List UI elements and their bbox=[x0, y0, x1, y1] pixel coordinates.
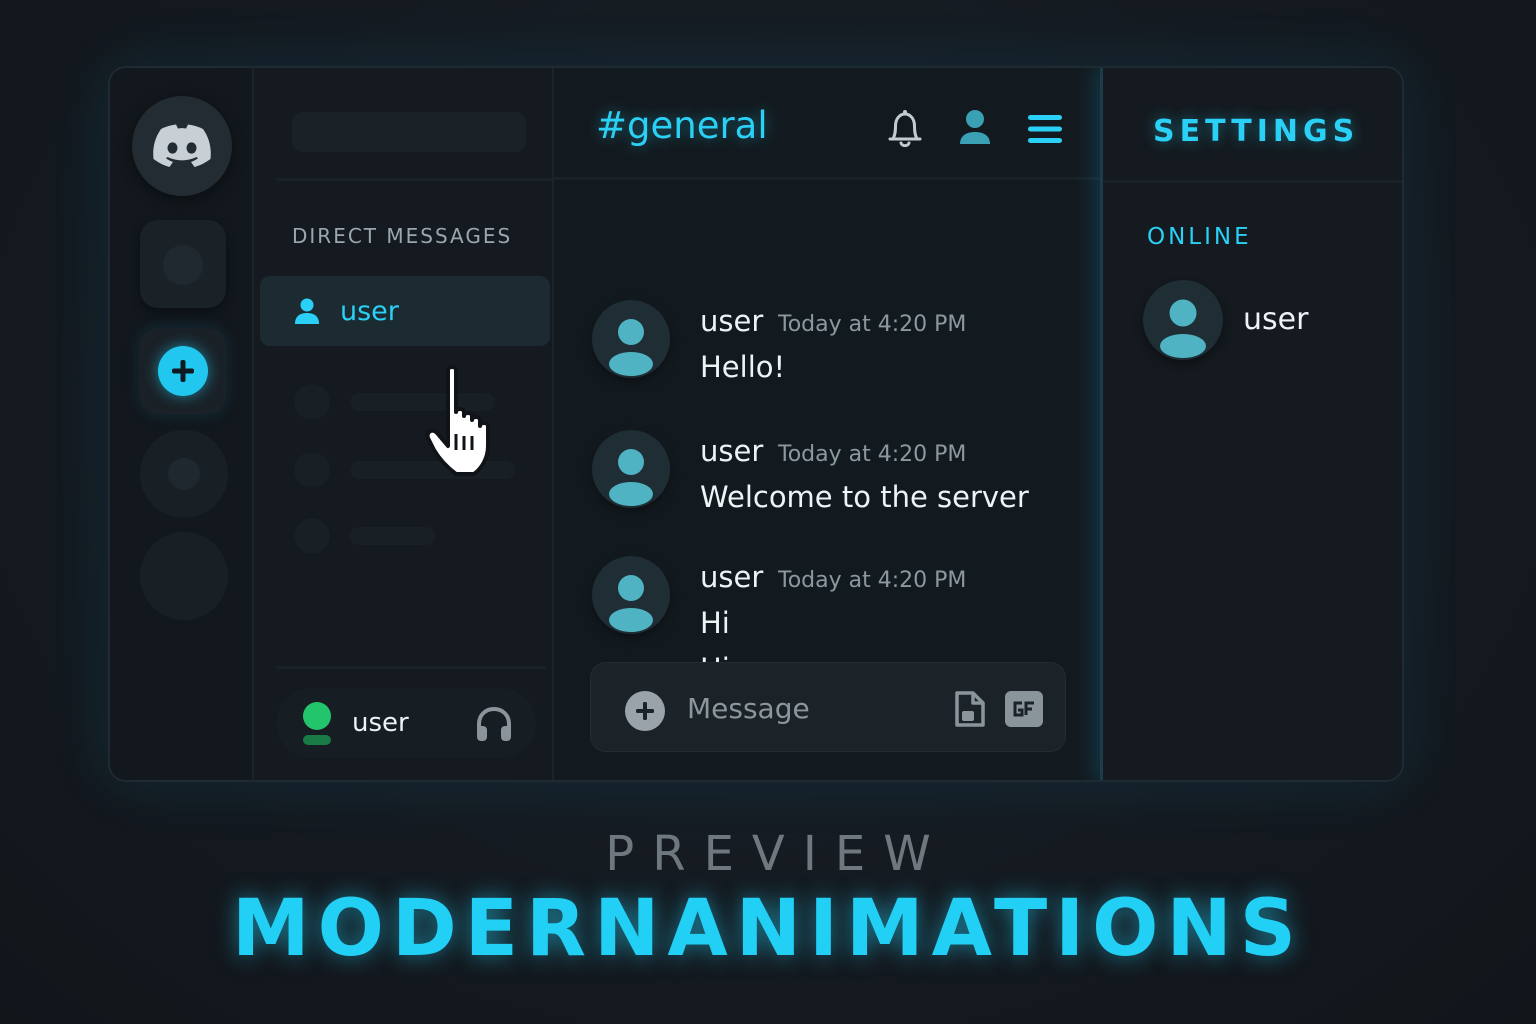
brand-title: MODERNANIMATIONS bbox=[232, 884, 1304, 974]
app-window: DIRECT MESSAGES user user #general user … bbox=[108, 66, 1404, 782]
channel-name: #general bbox=[596, 104, 768, 147]
dm-item-label: user bbox=[340, 295, 399, 327]
message-composer bbox=[590, 662, 1066, 752]
bell-icon[interactable] bbox=[886, 108, 924, 150]
online-section-title: ONLINE bbox=[1147, 224, 1252, 250]
dm-sidebar: DIRECT MESSAGES user user bbox=[254, 68, 554, 780]
member-name: user bbox=[1243, 302, 1309, 337]
menu-icon[interactable] bbox=[1026, 112, 1064, 146]
chat-header: #general bbox=[554, 68, 1100, 180]
user-avatar bbox=[592, 300, 670, 378]
user-avatar bbox=[592, 556, 670, 634]
chat-area: #general user Today at 4:20 PM Hello! us… bbox=[554, 68, 1100, 780]
plus-icon bbox=[636, 702, 654, 720]
dm-section-title: DIRECT MESSAGES bbox=[292, 224, 513, 248]
attach-plus-button[interactable] bbox=[625, 691, 665, 731]
message-timestamp: Today at 4:20 PM bbox=[778, 442, 967, 467]
server-button[interactable] bbox=[140, 220, 226, 308]
add-server-button[interactable] bbox=[140, 328, 226, 414]
server-placeholder bbox=[163, 245, 203, 285]
divider bbox=[1103, 180, 1402, 183]
hand-cursor-icon bbox=[425, 365, 490, 476]
dm-search-bar[interactable] bbox=[292, 112, 526, 152]
home-button[interactable] bbox=[132, 96, 232, 196]
file-icon[interactable] bbox=[953, 689, 987, 729]
preview-caption: PREVIEW bbox=[605, 826, 949, 882]
user-avatar bbox=[592, 430, 670, 508]
glow-edge bbox=[1403, 198, 1404, 718]
message-author[interactable]: user bbox=[700, 304, 763, 338]
user-icon bbox=[295, 298, 319, 324]
message-author[interactable]: user bbox=[700, 560, 763, 594]
user-panel[interactable]: user bbox=[276, 688, 536, 758]
current-username: user bbox=[352, 708, 409, 738]
user-avatar bbox=[1143, 280, 1223, 360]
message-timestamp: Today at 4:20 PM bbox=[778, 312, 967, 337]
divider bbox=[276, 666, 546, 669]
dm-item-user[interactable]: user bbox=[260, 276, 550, 346]
plus-icon bbox=[158, 346, 208, 396]
gif-icon[interactable] bbox=[1005, 691, 1043, 727]
message-timestamp: Today at 4:20 PM bbox=[778, 568, 967, 593]
server-placeholder bbox=[168, 458, 200, 490]
message-author[interactable]: user bbox=[700, 434, 763, 468]
headphones-icon[interactable] bbox=[474, 704, 514, 744]
server-button[interactable] bbox=[140, 532, 228, 620]
divider bbox=[276, 178, 552, 181]
online-avatar bbox=[303, 702, 331, 745]
server-button[interactable] bbox=[140, 430, 228, 518]
message-input[interactable] bbox=[687, 685, 917, 731]
settings-title[interactable]: SETTINGS bbox=[1153, 114, 1359, 149]
user-icon[interactable] bbox=[957, 108, 993, 148]
server-rail bbox=[110, 68, 254, 780]
members-panel: SETTINGS ONLINE user bbox=[1100, 68, 1404, 780]
discord-logo-icon bbox=[153, 124, 211, 167]
message-text: Hi bbox=[700, 606, 730, 640]
message-text: Welcome to the server bbox=[700, 480, 1029, 514]
message-text: Hello! bbox=[700, 350, 786, 384]
